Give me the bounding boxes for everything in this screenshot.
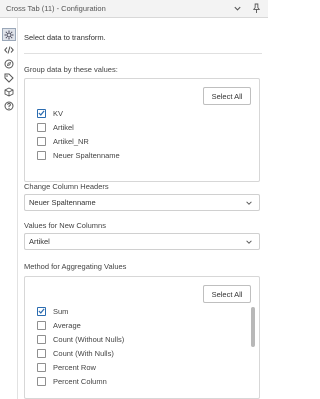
scrollbar-thumb[interactable] bbox=[251, 307, 255, 347]
compass-icon[interactable] bbox=[2, 57, 16, 70]
aggregation-item-count-with-nulls[interactable]: Count (With Nulls) bbox=[37, 347, 114, 359]
checkbox[interactable] bbox=[37, 334, 46, 344]
dropdown-value: Neuer Spaltenname bbox=[29, 198, 96, 207]
divider bbox=[24, 53, 262, 54]
checkbox[interactable] bbox=[37, 320, 46, 330]
item-label: Percent Column bbox=[53, 376, 107, 386]
checkbox[interactable] bbox=[37, 108, 46, 118]
aggregation-item-count-without-nulls[interactable]: Count (Without Nulls) bbox=[37, 333, 124, 345]
item-label: Count (With Nulls) bbox=[53, 348, 114, 358]
checkbox[interactable] bbox=[37, 122, 46, 132]
group-by-item-artikel[interactable]: Artikel bbox=[37, 121, 74, 133]
window-title: Cross Tab (11) - Configuration bbox=[6, 4, 106, 13]
checkbox[interactable] bbox=[37, 306, 46, 316]
item-label: Neuer Spaltenname bbox=[53, 150, 120, 160]
intro-text: Select data to transform. bbox=[24, 33, 106, 42]
change-headers-label: Change Column Headers bbox=[24, 182, 109, 191]
chevron-down-icon bbox=[246, 201, 252, 205]
aggregation-list: Select All Sum Average Count (Without Nu… bbox=[24, 276, 260, 399]
chevron-down-icon bbox=[246, 240, 252, 244]
code-icon[interactable] bbox=[2, 43, 16, 56]
values-new-columns-dropdown[interactable]: Artikel bbox=[24, 233, 260, 250]
checkbox[interactable] bbox=[37, 136, 46, 146]
chevron-down-icon[interactable] bbox=[232, 3, 243, 14]
aggregation-item-percent-column[interactable]: Percent Column bbox=[37, 375, 107, 387]
gear-icon[interactable] bbox=[2, 28, 16, 41]
item-label: KV bbox=[53, 108, 64, 118]
item-label: Sum bbox=[53, 306, 69, 316]
aggregation-item-percent-row[interactable]: Percent Row bbox=[37, 361, 96, 373]
group-by-item-kv[interactable]: KV bbox=[37, 107, 63, 119]
change-headers-dropdown[interactable]: Neuer Spaltenname bbox=[24, 194, 260, 211]
item-label: Artikel_NR bbox=[53, 136, 89, 146]
checkbox[interactable] bbox=[37, 150, 46, 160]
item-label: Artikel bbox=[53, 122, 74, 132]
group-by-list: Select All KV Artikel Artikel_NR Neuer S… bbox=[24, 78, 260, 182]
pin-icon[interactable] bbox=[251, 3, 262, 14]
window-titlebar: Cross Tab (11) - Configuration bbox=[0, 0, 268, 18]
item-label: Average bbox=[53, 320, 81, 330]
checkbox[interactable] bbox=[37, 348, 46, 358]
configuration-panel: Select data to transform. Group data by … bbox=[18, 18, 268, 399]
dropdown-value: Artikel bbox=[29, 237, 50, 246]
item-label: Percent Row bbox=[53, 362, 96, 372]
aggregation-item-average[interactable]: Average bbox=[37, 319, 81, 331]
group-by-select-all-button[interactable]: Select All bbox=[203, 87, 251, 105]
checkbox[interactable] bbox=[37, 362, 46, 372]
aggregation-item-sum[interactable]: Sum bbox=[37, 305, 68, 317]
cube-icon[interactable] bbox=[2, 85, 16, 98]
group-by-item-neuer-spaltenname[interactable]: Neuer Spaltenname bbox=[37, 149, 120, 161]
help-icon[interactable] bbox=[2, 99, 16, 112]
checkbox[interactable] bbox=[37, 376, 46, 386]
values-new-columns-label: Values for New Columns bbox=[24, 221, 106, 230]
group-by-item-artikel-nr[interactable]: Artikel_NR bbox=[37, 135, 89, 147]
aggregation-label: Method for Aggregating Values bbox=[24, 262, 127, 271]
item-label: Count (Without Nulls) bbox=[53, 334, 125, 344]
aggregation-select-all-button[interactable]: Select All bbox=[203, 285, 251, 303]
tag-icon[interactable] bbox=[2, 71, 16, 84]
group-by-label: Group data by these values: bbox=[24, 65, 118, 74]
tool-sidebar bbox=[0, 18, 18, 399]
